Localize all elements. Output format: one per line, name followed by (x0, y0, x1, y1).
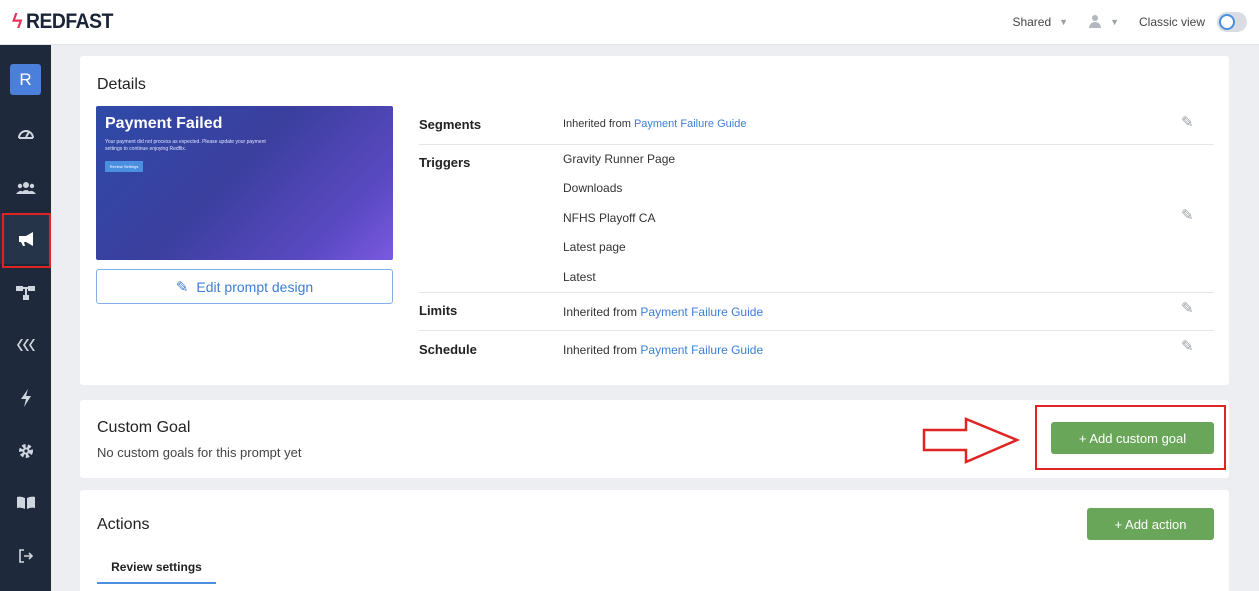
edit-limits-icon[interactable]: ✎ (1181, 301, 1197, 317)
edit-prompt-design-button[interactable]: ✎ Edit prompt design (96, 269, 393, 304)
trigger-item: NFHS Playoff CA (563, 211, 656, 225)
edit-schedule-icon[interactable]: ✎ (1181, 339, 1197, 355)
custom-goal-empty-text: No custom goals for this prompt yet (97, 445, 302, 460)
annotation-highlight-box (1035, 405, 1226, 470)
triggers-label: Triggers (419, 155, 471, 170)
segments-prefix: Inherited from (563, 118, 631, 130)
preview-button: Review Settings (105, 161, 143, 172)
pencil-icon: ✎ (175, 278, 189, 296)
classic-view-label: Classic view (1138, 15, 1205, 29)
classic-view-control: Classic view (1139, 12, 1247, 32)
tab-review-settings[interactable]: Review settings (97, 560, 216, 584)
redfast-logo[interactable]: ϟ REDFAST (12, 10, 120, 34)
integrations-icon[interactable] (0, 325, 51, 365)
sidebar: R (0, 45, 51, 591)
account-avatar[interactable]: R (10, 64, 41, 95)
trigger-item: Latest (563, 270, 596, 284)
megaphone-icon[interactable] (0, 213, 51, 268)
users-icon[interactable] (0, 168, 51, 208)
trigger-item: Downloads (563, 181, 623, 195)
user-menu[interactable]: ▼ (1088, 15, 1119, 29)
schedule-label: Schedule (419, 342, 477, 357)
actions-title: Actions (97, 516, 150, 533)
gear-icon[interactable] (0, 431, 51, 471)
classic-view-toggle[interactable] (1217, 12, 1247, 32)
limits-prefix: Inherited from (563, 305, 638, 319)
bolt-icon[interactable] (0, 378, 51, 418)
bolt-logo-icon: ϟ (12, 11, 23, 33)
shared-label: Shared (1012, 15, 1052, 29)
edit-triggers-icon[interactable]: ✎ (1181, 208, 1197, 224)
schedule-prefix: Inherited from (563, 343, 638, 357)
custom-goal-title: Custom Goal (97, 419, 191, 436)
dashboard-gauge-icon[interactable] (0, 115, 51, 155)
annotation-arrow-icon (922, 417, 1021, 464)
segments-link[interactable]: Payment Failure Guide (634, 118, 747, 130)
logo-text: REDFAST (25, 10, 113, 33)
preview-body: Your payment did not process as expected… (105, 139, 266, 152)
limits-label: Limits (419, 303, 458, 318)
caret-down-icon: ▼ (1110, 17, 1119, 27)
top-bar: ϟ REDFAST Shared ▼ ▼ Classic view (0, 0, 1259, 45)
schedule-value: Inherited from Payment Failure Guide (563, 343, 763, 357)
row-divider (419, 330, 1214, 331)
row-divider (419, 292, 1214, 293)
top-right-controls: Shared ▼ ▼ Classic view (992, 12, 1247, 32)
details-panel: Details Payment Failed Your payment did … (80, 56, 1229, 385)
user-icon (1088, 15, 1102, 29)
limits-value: Inherited from Payment Failure Guide (563, 305, 763, 319)
edit-segments-icon[interactable]: ✎ (1181, 115, 1197, 131)
actions-panel: Actions + Add action Review settings (80, 490, 1229, 591)
limits-link[interactable]: Payment Failure Guide (640, 305, 763, 319)
schedule-link[interactable]: Payment Failure Guide (640, 343, 763, 357)
segments-value: Inherited from Payment Failure Guide (563, 118, 746, 130)
flow-icon[interactable] (0, 273, 51, 313)
segments-label: Segments (419, 117, 482, 132)
edit-prompt-design-label: Edit prompt design (196, 278, 314, 295)
book-icon[interactable] (0, 483, 51, 523)
caret-down-icon: ▼ (1059, 17, 1069, 27)
shared-dropdown[interactable]: Shared ▼ (1012, 15, 1068, 29)
prompt-preview[interactable]: Payment Failed Your payment did not proc… (96, 106, 393, 260)
details-title: Details (97, 76, 146, 93)
trigger-item: Gravity Runner Page (563, 152, 676, 166)
logout-icon[interactable] (0, 536, 51, 576)
trigger-item: Latest page (563, 240, 626, 254)
preview-title: Payment Failed (105, 115, 223, 132)
row-divider (419, 144, 1214, 145)
add-action-button[interactable]: + Add action (1087, 508, 1214, 540)
